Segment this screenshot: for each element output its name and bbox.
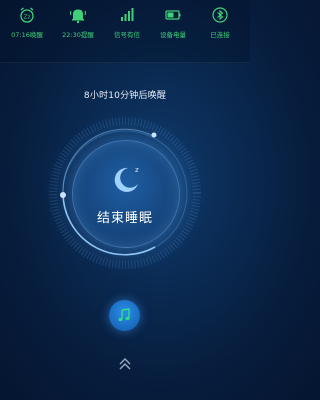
- moon-icon: z: [114, 166, 139, 192]
- svg-text:z: z: [135, 166, 139, 174]
- status-bar: Zz 07:16唤醒 22:30提醒 信号有信 设备电量 已连接: [0, 0, 250, 63]
- end-time-handle[interactable]: [151, 132, 157, 138]
- status-label-remind: 22:30提醒: [62, 31, 94, 39]
- status-label-wake: 07:16唤醒: [11, 31, 43, 39]
- music-note-icon: [118, 308, 130, 322]
- status-item-bluetooth: 已连接: [197, 6, 243, 39]
- status-item-wake: Zz 07:16唤醒: [4, 6, 50, 39]
- wake-countdown-text: 8小时10分钟后唤醒: [83, 91, 167, 101]
- status-label-battery: 设备电量: [160, 31, 186, 39]
- double-chevron-up-icon[interactable]: [118, 356, 132, 372]
- status-label-bluetooth: 已连接: [210, 31, 230, 39]
- status-label-signal: 信号有信: [114, 31, 140, 39]
- svg-text:Zz: Zz: [24, 15, 31, 21]
- bluetooth-icon: [212, 7, 228, 23]
- battery-icon: [165, 10, 181, 20]
- status-item-remind: 22:30提醒: [55, 6, 101, 39]
- start-time-handle[interactable]: [60, 192, 66, 198]
- music-button[interactable]: [109, 300, 140, 331]
- bell-icon: [70, 9, 86, 24]
- alarm-clock-icon: Zz: [20, 7, 34, 23]
- status-item-signal: 信号有信: [104, 6, 150, 39]
- signal-icon: [121, 8, 134, 21]
- status-item-battery: 设备电量: [150, 6, 196, 39]
- end-sleep-button[interactable]: 结束睡眠: [72, 207, 178, 226]
